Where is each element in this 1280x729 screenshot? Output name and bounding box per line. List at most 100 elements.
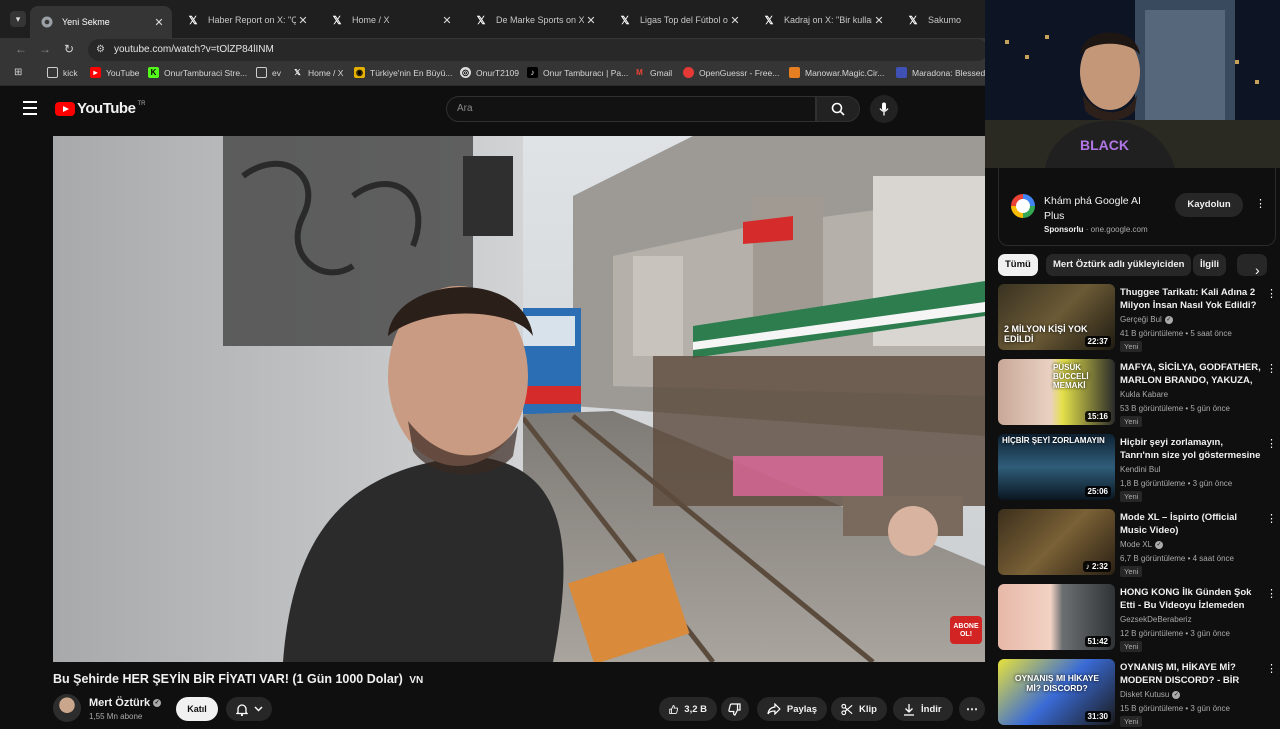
close-tab-icon[interactable]: ✕ [440, 14, 454, 27]
reload-icon[interactable]: ↻ [64, 42, 74, 56]
video-title[interactable]: Hiçbir şeyi zorlamayın, Tanrı'nın size y… [1120, 436, 1262, 462]
more-vertical-icon[interactable]: ⋮ [1266, 512, 1277, 525]
channel-name[interactable]: Kukla Kabare [1120, 390, 1168, 399]
video-title[interactable]: OYNANIŞ MI, HİKAYE Mİ? MODERN DISCORD? -… [1120, 661, 1262, 687]
scissors-icon [841, 703, 853, 715]
apps-grid-icon[interactable]: ⊞ [14, 67, 22, 78]
channel-name[interactable]: Kendini Bul [1120, 465, 1160, 474]
bell-icon [235, 703, 248, 716]
search-button[interactable] [816, 96, 860, 122]
bookmark-turkiye[interactable]: ◉ Türkiye'nin En Büyü... [354, 67, 452, 78]
more-vertical-icon[interactable]: ⋮ [1266, 437, 1277, 450]
url-field[interactable]: ⚙ youtube.com/watch?v=tOlZP84lINM [88, 39, 988, 61]
recommendation-item[interactable]: PÜSÜK BÜCCELİ MEMAKİ 15:16 MAFYA, SİCİLY… [998, 359, 1280, 429]
subscribe-overlay-badge[interactable]: ABONE OL! [950, 623, 982, 639]
video-title[interactable]: HONG KONG İlk Günden Şok Etti - Bu Video… [1120, 586, 1262, 612]
channel-name[interactable]: GezsekDeBeraberiz [1120, 615, 1192, 624]
share-button[interactable]: Paylaş [757, 697, 827, 721]
bookmark-kick[interactable]: kick [47, 67, 78, 78]
bookmark-openguessr[interactable]: OpenGuessr - Free... [683, 67, 779, 78]
recommendation-item[interactable]: OYNANIŞ MI HİKAYE Mİ? DISCORD? 31:30 OYN… [998, 659, 1280, 729]
bookmark-kick-stream[interactable]: K OnurTamburaci Stre... [148, 67, 247, 78]
new-badge: Yeni [1120, 491, 1143, 502]
more-actions-button[interactable]: ⋯ [959, 697, 985, 721]
tab-de-marke-sports[interactable]: 𝕏 De Marke Sports on X: "B ✕ [464, 6, 604, 34]
video-title[interactable]: Thuggee Tarikatı: Kali Adına 2 Milyon İn… [1120, 286, 1262, 312]
bookmark-label: Gmail [650, 67, 673, 78]
like-button[interactable]: 3,2 B [659, 697, 717, 721]
menu-icon[interactable] [23, 101, 37, 119]
more-vertical-icon[interactable]: ⋮ [1255, 197, 1266, 210]
video-thumbnail[interactable]: ♪ 2:32 [998, 509, 1115, 575]
bookmark-maradona[interactable]: Maradona: Blessed... [896, 67, 992, 78]
site-icon [896, 67, 907, 78]
tab-new-tab[interactable]: Yeni Sekme ✕ [30, 6, 172, 38]
more-vertical-icon[interactable]: ⋮ [1266, 587, 1277, 600]
bookmark-manowar[interactable]: Manowar.Magic.Cir... [789, 67, 884, 78]
recommendation-item[interactable]: ♪ 2:32 Mode XL – İspirto (Official Music… [998, 509, 1280, 579]
site-icon [789, 67, 800, 78]
download-button[interactable]: İndir [893, 697, 953, 721]
video-thumbnail[interactable]: OYNANIŞ MI HİKAYE Mİ? DISCORD? 31:30 [998, 659, 1115, 725]
bookmark-youtube[interactable]: ▸ YouTube [90, 67, 139, 78]
channel-name[interactable]: Gerçeği Bul ✓ [1120, 315, 1173, 324]
more-vertical-icon[interactable]: ⋮ [1266, 362, 1277, 375]
site-settings-icon[interactable]: ⚙ [96, 39, 105, 61]
sponsored-ad-card[interactable]: Khám phá Google AI Plus Sponsorlu · one.… [998, 168, 1276, 246]
bookmark-label: OnurTamburaci Stre... [164, 67, 248, 78]
clip-button[interactable]: Klip [831, 697, 887, 721]
channel-name-text: Gerçeği Bul [1120, 315, 1162, 324]
close-tab-icon[interactable]: ✕ [728, 14, 742, 27]
recommendation-item[interactable]: HİÇBİR ŞEYİ ZORLAMAYIN 25:06 Hiçbir şeyi… [998, 434, 1280, 504]
bookmark-tiktok[interactable]: ♪ Onur Tamburacı | Pa... [527, 67, 628, 78]
notification-button[interactable] [226, 697, 272, 721]
close-tab-icon[interactable]: ✕ [872, 14, 886, 27]
video-thumbnail[interactable]: HİÇBİR ŞEYİ ZORLAMAYIN 25:06 [998, 434, 1115, 500]
tab-search-icon[interactable]: ▾ [10, 11, 26, 27]
ad-signup-button[interactable]: Kaydolun [1175, 193, 1243, 217]
dislike-button[interactable] [721, 697, 749, 721]
recommendation-item[interactable]: 2 MİLYON KİŞİ YOK EDİLDİ 22:37 Thuggee T… [998, 284, 1280, 354]
channel-name[interactable]: Mode XL ✓ [1120, 540, 1164, 549]
thumbnail-caption: 2 MİLYON KİŞİ YOK EDİLDİ [1004, 324, 1088, 344]
video-player[interactable]: ABONE OL! [53, 136, 985, 662]
youtube-logo[interactable]: YouTube TR [55, 100, 145, 117]
chevron-right-icon[interactable]: › [1255, 262, 1260, 278]
chip-related[interactable]: İlgili [1193, 254, 1226, 276]
ad-title[interactable]: Khám phá Google AI Plus [1044, 194, 1164, 224]
url-text: youtube.com/watch?v=tOlZP84lINM [114, 44, 274, 55]
bookmark-home-x[interactable]: 𝕏 Home / X [292, 67, 343, 78]
forward-arrow-icon[interactable]: → [39, 42, 51, 56]
video-title[interactable]: MAFYA, SİCİLYA, GODFATHER, MARLON BRANDO… [1120, 361, 1262, 387]
close-tab-icon[interactable]: ✕ [152, 16, 166, 29]
back-arrow-icon[interactable]: ← [15, 42, 27, 56]
tab-sakumo[interactable]: 𝕏 Sakumo [896, 6, 986, 34]
tab-ligas-top[interactable]: 𝕏 Ligas Top del Fútbol on X ✕ [608, 6, 748, 34]
chip-from-uploader[interactable]: Mert Öztürk adlı yükleyiciden [1046, 254, 1192, 276]
channel-name[interactable]: Mert Öztürk ✓ [89, 697, 162, 709]
search-input[interactable]: Ara [446, 96, 816, 122]
recommendation-item[interactable]: 51:42 HONG KONG İlk Günden Şok Etti - Bu… [998, 584, 1280, 654]
more-vertical-icon[interactable]: ⋮ [1266, 287, 1277, 300]
more-vertical-icon[interactable]: ⋮ [1266, 662, 1277, 675]
channel-name[interactable]: Disket Kutusu ✓ [1120, 690, 1181, 699]
chip-overflow[interactable] [1237, 254, 1267, 276]
video-thumbnail[interactable]: 2 MİLYON KİŞİ YOK EDİLDİ 22:37 [998, 284, 1115, 350]
voice-search-button[interactable] [870, 95, 898, 123]
tab-haber-report[interactable]: 𝕏 Haber Report on X: "Çatış ✕ [176, 6, 316, 34]
video-title[interactable]: Mode XL – İspirto (Official Music Video) [1120, 511, 1262, 537]
bookmark-gmail[interactable]: M Gmail [634, 67, 672, 78]
tab-home-x[interactable]: 𝕏 Home / X ✕ [320, 6, 460, 34]
bookmark-onurt2109[interactable]: ◎ OnurT2109 [460, 67, 519, 78]
chip-all[interactable]: Tümü [998, 254, 1038, 276]
tab-kadraj[interactable]: 𝕏 Kadraj on X: "Bir kullanıcı ✕ [752, 6, 892, 34]
video-duration: 51:42 [1084, 636, 1111, 647]
thumbnail-caption: PÜSÜK BÜCCELİ MEMAKİ [1053, 363, 1089, 390]
close-tab-icon[interactable]: ✕ [584, 14, 598, 27]
video-thumbnail[interactable]: PÜSÜK BÜCCELİ MEMAKİ 15:16 [998, 359, 1115, 425]
join-button[interactable]: Katıl [176, 697, 218, 721]
video-thumbnail[interactable]: 51:42 [998, 584, 1115, 650]
bookmark-ev[interactable]: ev [256, 67, 281, 78]
channel-avatar[interactable] [53, 694, 81, 722]
close-tab-icon[interactable]: ✕ [296, 14, 310, 27]
